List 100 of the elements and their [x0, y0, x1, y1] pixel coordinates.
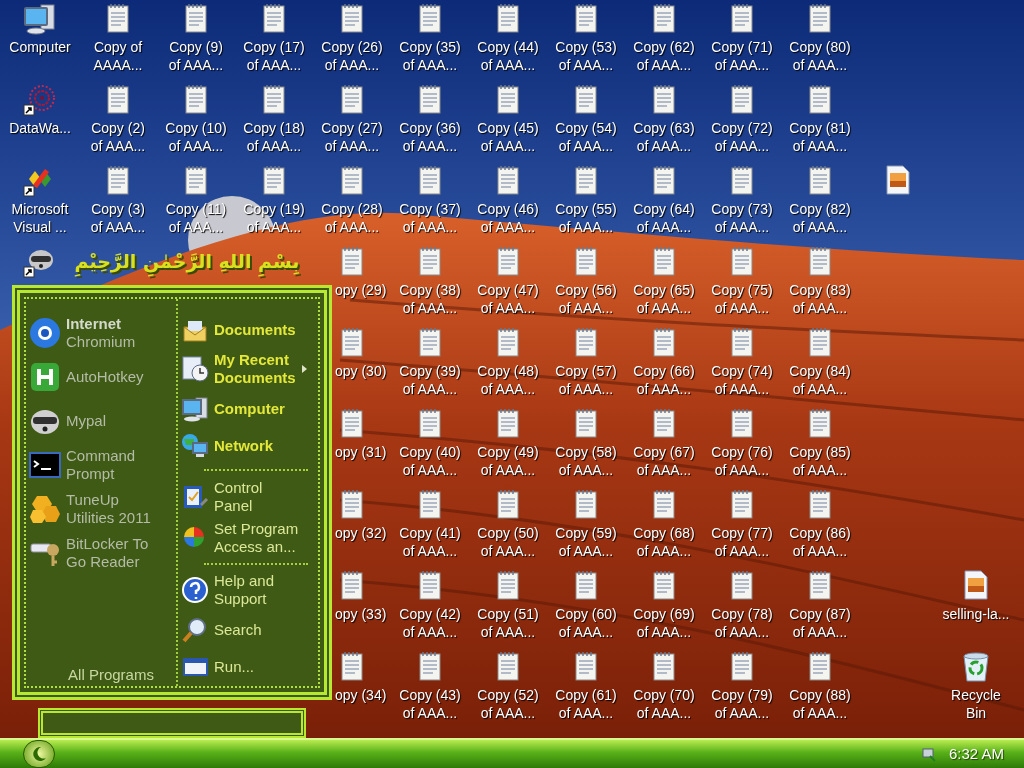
- icon-label: of AAA...: [714, 218, 770, 236]
- program-name: TuneUp: [66, 491, 120, 509]
- icon-label: Copy (42): [399, 605, 461, 623]
- menu-item[interactable]: Control Panel: [180, 476, 318, 518]
- icon-label: Recycle: [951, 686, 1001, 704]
- program-item[interactable]: BitLocker To Go Reader: [26, 531, 176, 575]
- icon-label: opy (33): [334, 605, 387, 623]
- icon-label: of AAA...: [480, 542, 536, 560]
- icon-label: of AAA...: [558, 623, 614, 641]
- icon-label: of AAA...: [324, 137, 380, 155]
- icon-label: of AAA...: [714, 461, 770, 479]
- icon-label: Copy (11): [165, 200, 227, 218]
- icon-label: Copy (2): [91, 119, 145, 137]
- menu-item[interactable]: Computer: [180, 389, 318, 428]
- icon-label: Copy (76): [711, 443, 773, 461]
- notepad-document-icon: [418, 84, 442, 114]
- icon-label: of AAA...: [402, 299, 458, 317]
- icon-label: of AAA...: [168, 137, 224, 155]
- notepad-document-icon: [340, 165, 364, 195]
- notepad-document-icon: [652, 327, 676, 357]
- icon-label: of AAA...: [714, 380, 770, 398]
- start-button[interactable]: [23, 740, 55, 768]
- menu-item-label: My Recent: [214, 351, 291, 370]
- icon-label: Computer: [9, 38, 71, 56]
- icon-label: of AAA...: [558, 380, 614, 398]
- notepad-document-icon: [418, 3, 442, 33]
- icon-label: of AAA...: [558, 137, 614, 155]
- all-programs-link[interactable]: All Programs: [48, 666, 154, 684]
- icon-label: of AAA...: [480, 299, 536, 317]
- program-item[interactable]: Internet Chromium: [26, 311, 176, 355]
- notepad-document-icon: [418, 327, 442, 357]
- menu-item-label: Help and: [214, 572, 275, 591]
- icon-label: Copy (65): [633, 281, 695, 299]
- menu-item[interactable]: Run...: [180, 648, 318, 686]
- icon-label: Copy (60): [555, 605, 617, 623]
- icon-label: of AAA...: [636, 137, 692, 155]
- icon-label: Copy (17): [243, 38, 305, 56]
- menu-item-label: Computer: [214, 399, 285, 418]
- icon-label: of AAA...: [636, 623, 692, 641]
- icon-label: Copy (36): [399, 119, 461, 137]
- computer-icon: [181, 395, 209, 422]
- notepad-document-icon: [730, 651, 754, 681]
- icon-label: of AAA...: [714, 137, 770, 155]
- icon-label: Copy (44): [477, 38, 539, 56]
- menu-item[interactable]: Network: [180, 427, 318, 465]
- program-name: AutoHotkey: [66, 368, 144, 386]
- menu-item[interactable]: Documents: [180, 311, 318, 349]
- icon-label: of AAA...: [402, 704, 458, 722]
- icon-label: Visual ...: [13, 218, 67, 236]
- notepad-document-icon: [574, 84, 598, 114]
- menu-item[interactable]: Set Program Access an...: [180, 517, 318, 559]
- icon-label: of AAA...: [792, 56, 848, 74]
- notepad-document-icon: [418, 408, 442, 438]
- crescent-icon: [31, 746, 47, 762]
- image-file-icon: [885, 165, 911, 195]
- hexagon-icon: [29, 494, 61, 524]
- menu-item[interactable]: Search: [180, 611, 318, 649]
- icon-label: Copy (81): [789, 119, 851, 137]
- icon-label: Copy (49): [477, 443, 539, 461]
- icon-label: of AAA...: [714, 56, 770, 74]
- icon-label: of AAA...: [480, 704, 536, 722]
- menu-item-label: Documents: [214, 320, 296, 339]
- program-name: Prompt: [66, 465, 116, 483]
- notepad-document-icon: [496, 489, 520, 519]
- icon-label: Copy (80): [789, 38, 851, 56]
- icon-label: AAAA...: [93, 56, 143, 74]
- notepad-document-icon: [496, 327, 520, 357]
- icon-label: Copy (40): [399, 443, 461, 461]
- icon-label: of AAA...: [324, 218, 380, 236]
- notepad-document-icon: [652, 651, 676, 681]
- notepad-document-icon: [262, 3, 286, 33]
- icon-label: of AAA...: [558, 542, 614, 560]
- icon-label: Copy (88): [789, 686, 851, 704]
- menu-item[interactable]: My Recent Documents: [180, 348, 318, 390]
- icon-label: selling-la...: [942, 605, 1010, 623]
- menu-item-label: Access an...: [214, 537, 297, 556]
- icon-label: Copy (85): [789, 443, 851, 461]
- icon-label: Copy (70): [633, 686, 695, 704]
- icon-label: of AAA...: [792, 137, 848, 155]
- icon-label: opy (34): [334, 686, 387, 704]
- program-item[interactable]: TuneUp Utilities 2011: [26, 487, 176, 531]
- icon-label: of AAA...: [480, 218, 536, 236]
- notepad-document-icon: [652, 408, 676, 438]
- program-item[interactable]: Mypal: [26, 399, 176, 443]
- program-item[interactable]: AutoHotkey: [26, 355, 176, 399]
- raccoon-icon: [29, 407, 61, 435]
- icon-label: of AAA...: [324, 56, 380, 74]
- icon-label: Microsoft: [11, 200, 69, 218]
- icon-label: opy (29): [334, 281, 387, 299]
- notepad-document-icon: [340, 246, 364, 276]
- notepad-document-icon: [730, 408, 754, 438]
- notepad-document-icon: [340, 84, 364, 114]
- icon-label: Copy (84): [789, 362, 851, 380]
- icon-label: of AAA...: [480, 56, 536, 74]
- icon-label: of AAA...: [402, 623, 458, 641]
- icon-label: of AAA...: [792, 299, 848, 317]
- program-item[interactable]: Command Prompt: [26, 443, 176, 487]
- menu-item-label: Network: [214, 437, 274, 455]
- menu-item[interactable]: Help and Support: [180, 569, 318, 611]
- notepad-document-icon: [496, 3, 520, 33]
